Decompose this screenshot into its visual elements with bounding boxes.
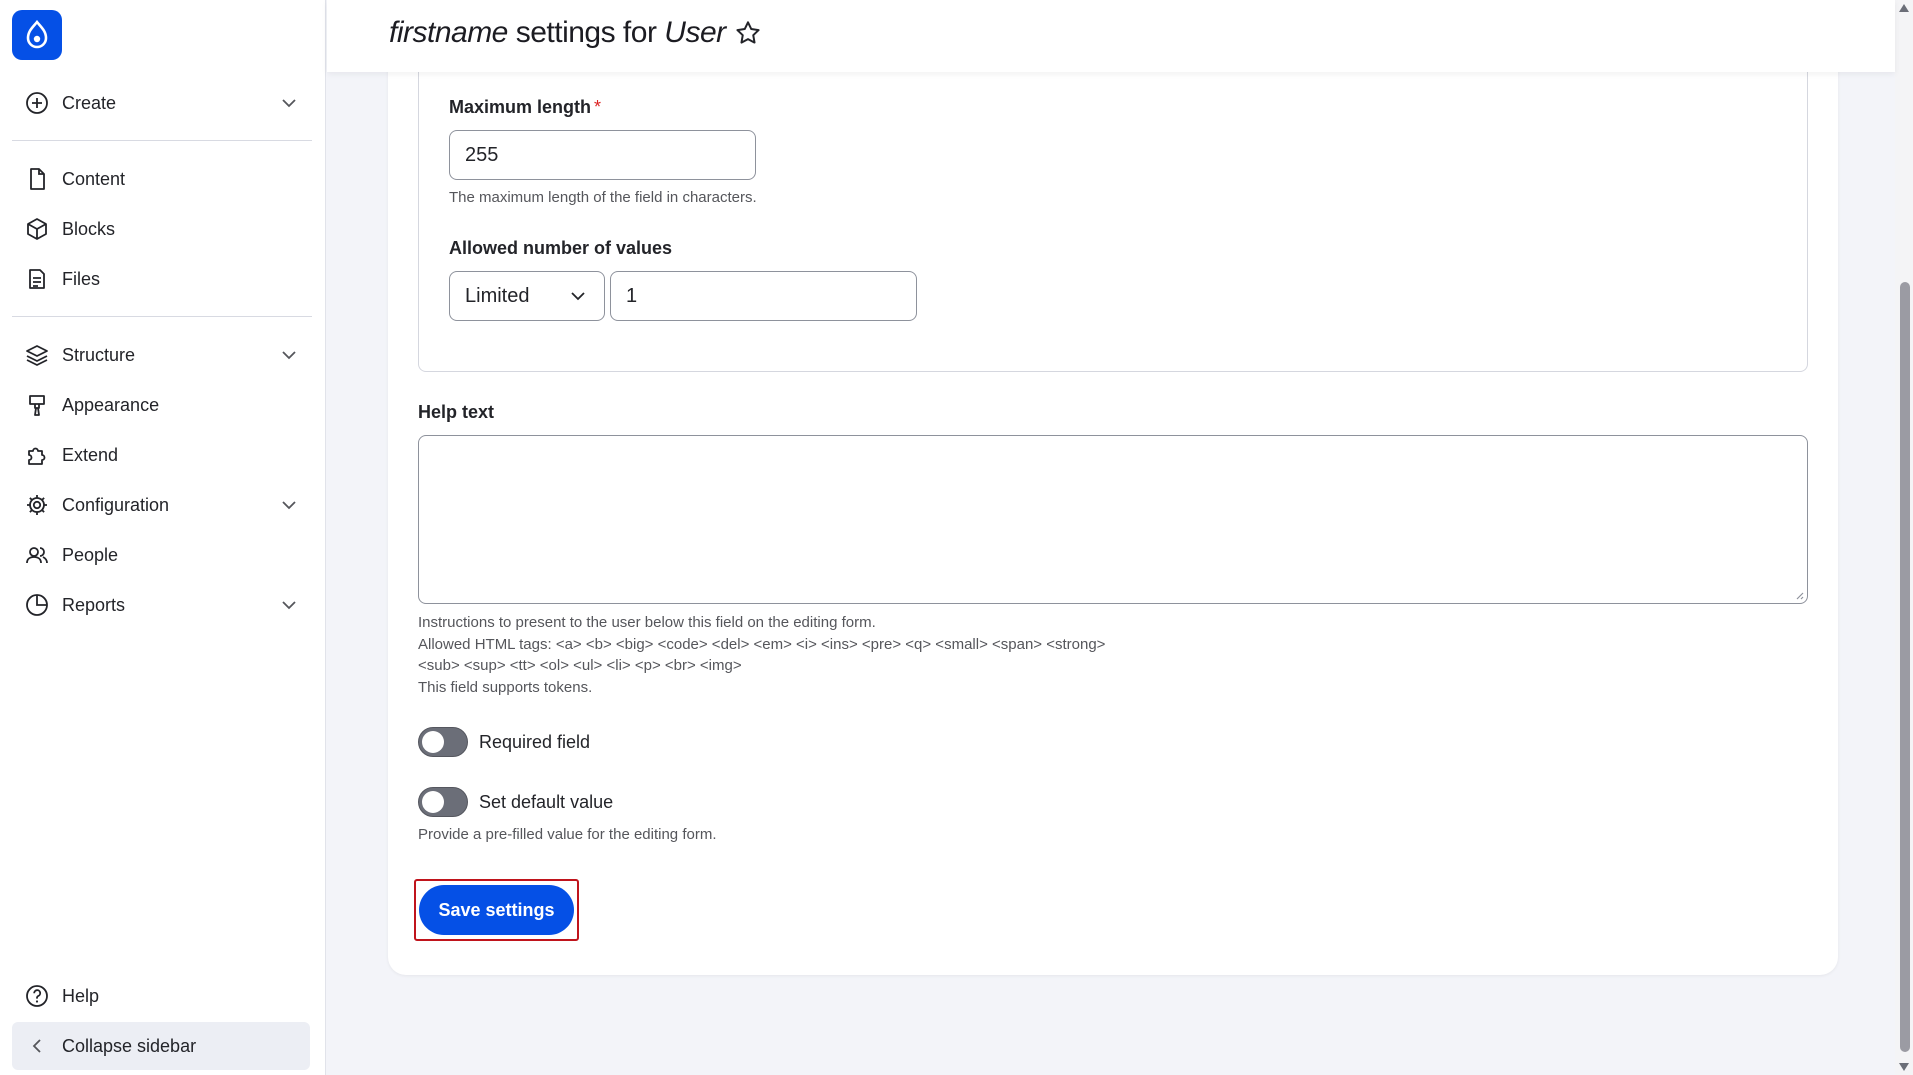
scrollbar-thumb[interactable] xyxy=(1900,282,1910,1052)
sidebar-item-label: People xyxy=(62,544,119,565)
layers-icon xyxy=(24,342,50,368)
collapse-sidebar-label: Collapse sidebar xyxy=(62,1035,197,1056)
sidebar-item-label: Extend xyxy=(62,444,119,465)
sidebar-item-appearance[interactable]: Appearance xyxy=(12,383,310,427)
required-marker: * xyxy=(594,97,602,117)
scroll-down-arrow-icon[interactable] xyxy=(1897,1061,1911,1073)
sidebar-item-blocks[interactable]: Blocks xyxy=(12,207,310,251)
sidebar-item-reports[interactable]: Reports xyxy=(12,583,310,627)
help-desc-line: This field supports tokens. xyxy=(418,678,593,696)
help-text-description: Instructions to present to the user belo… xyxy=(418,612,1105,698)
max-length-value: 255 xyxy=(465,143,499,166)
default-value-toggle[interactable] xyxy=(418,787,468,817)
puzzle-icon xyxy=(24,442,50,468)
help-desc-line: <sub> <sup> <tt> <ol> <ul> <li> <p> <br>… xyxy=(418,657,742,674)
drupal-logo[interactable] xyxy=(12,10,62,60)
help-desc-line: Allowed HTML tags: <a> <b> <big> <code> … xyxy=(418,635,1106,653)
max-length-input[interactable]: 255 xyxy=(449,130,756,180)
page-title-mid: settings for xyxy=(507,16,665,49)
required-field-toggle[interactable] xyxy=(418,727,468,757)
max-length-description: The maximum length of the field in chara… xyxy=(449,189,757,206)
toggle-knob xyxy=(422,791,444,813)
sidebar-item-structure[interactable]: Structure xyxy=(12,333,310,377)
required-field-label: Required field xyxy=(479,732,591,752)
sidebar-divider xyxy=(12,140,312,141)
sidebar-item-files[interactable]: Files xyxy=(12,257,310,301)
gear-icon xyxy=(24,492,50,518)
sidebar-item-label: Content xyxy=(62,168,126,189)
resize-handle-icon[interactable] xyxy=(1794,590,1804,600)
max-length-label: Maximum length * xyxy=(449,97,601,118)
sidebar-item-label: Files xyxy=(62,268,101,289)
toggle-knob xyxy=(422,731,444,753)
save-settings-button[interactable]: Save settings xyxy=(419,885,574,935)
help-text-textarea[interactable] xyxy=(418,435,1808,604)
star-icon[interactable] xyxy=(734,19,762,47)
cardinality-select[interactable]: Limited xyxy=(449,271,605,321)
chevron-left-icon xyxy=(24,1033,50,1059)
help-text-label: Help text xyxy=(418,402,495,422)
sidebar-item-create[interactable]: Create xyxy=(12,81,310,125)
allowed-values-label: Allowed number of values xyxy=(449,238,673,258)
cube-icon xyxy=(24,216,50,242)
max-length-label-text: Maximum length xyxy=(449,97,592,117)
file-icon xyxy=(24,166,50,192)
sidebar-item-label: Create xyxy=(62,92,117,113)
sidebar-item-label: Blocks xyxy=(62,218,116,239)
chevron-down-icon[interactable] xyxy=(278,92,300,114)
help-label: Help xyxy=(62,985,100,1006)
sidebar-divider xyxy=(12,316,312,317)
page-scrollbar[interactable] xyxy=(1895,0,1913,1075)
drupal-drop-icon xyxy=(26,20,48,49)
scroll-up-arrow-icon[interactable] xyxy=(1897,2,1911,14)
document-icon xyxy=(24,266,50,292)
chevron-down-icon[interactable] xyxy=(278,344,300,366)
sidebar-item-label: Configuration xyxy=(62,494,170,515)
page-title-entity: User xyxy=(664,16,726,49)
default-value-label: Set default value xyxy=(479,792,614,812)
cardinality-number-value: 1 xyxy=(626,284,638,307)
page-header: firstname settings for User xyxy=(327,0,1895,72)
sidebar-item-help[interactable]: Help xyxy=(12,974,310,1018)
help-desc-line: Instructions to present to the user belo… xyxy=(418,614,876,631)
chevron-down-icon[interactable] xyxy=(278,494,300,516)
help-icon xyxy=(24,983,50,1009)
default-value-description: Provide a pre-filled value for the editi… xyxy=(418,826,717,843)
sidebar-item-content[interactable]: Content xyxy=(12,157,310,201)
people-icon xyxy=(24,542,50,568)
cardinality-number-input[interactable]: 1 xyxy=(610,271,917,321)
plus-circle-icon xyxy=(24,90,50,116)
cardinality-select-value: Limited xyxy=(465,284,530,307)
brush-icon xyxy=(24,392,50,418)
sidebar-item-label: Structure xyxy=(62,344,136,365)
pie-chart-icon xyxy=(24,592,50,618)
sidebar-item-configuration[interactable]: Configuration xyxy=(12,483,310,527)
sidebar-item-extend[interactable]: Extend xyxy=(12,433,310,477)
page-title: firstname settings for User xyxy=(389,16,762,50)
sidebar-item-label: Appearance xyxy=(62,394,160,415)
chevron-down-icon xyxy=(571,292,585,301)
collapse-sidebar-button[interactable]: Collapse sidebar xyxy=(12,1022,310,1070)
sidebar-item-label: Reports xyxy=(62,594,126,615)
sidebar: Create Content Blocks Files Structure Ap… xyxy=(0,0,326,1075)
page-title-field: firstname xyxy=(389,16,508,49)
sidebar-item-people[interactable]: People xyxy=(12,533,310,577)
chevron-down-icon[interactable] xyxy=(278,594,300,616)
